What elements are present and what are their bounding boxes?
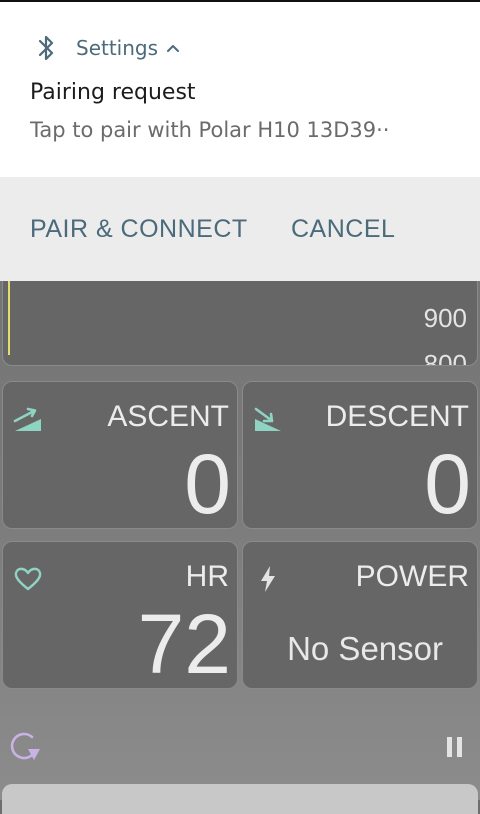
cancel-button[interactable]: CANCEL (291, 215, 395, 244)
bottom-controls (0, 716, 480, 776)
lightning-icon (261, 566, 275, 592)
chevron-up-icon[interactable] (166, 41, 180, 55)
power-tile[interactable]: POWER No Sensor (242, 541, 478, 689)
graph-axis-value: 900 (423, 303, 467, 333)
pair-connect-button[interactable]: PAIR & CONNECT (30, 215, 248, 244)
power-value: No Sensor (287, 630, 443, 667)
graph-line (8, 271, 10, 355)
notification-title: Pairing request (30, 80, 196, 105)
power-label: POWER (355, 560, 469, 593)
descent-value: 0 (424, 437, 471, 529)
hr-label: HR (185, 560, 229, 593)
ascent-icon (13, 407, 41, 431)
descent-tile[interactable]: DESCENT 0 (242, 381, 478, 529)
notification-text: Tap to pair with Polar H10 13D39·· (30, 118, 390, 142)
bottom-sheet-handle[interactable] (2, 784, 478, 814)
descent-label: DESCENT (325, 400, 469, 433)
notification-actions: PAIR & CONNECT CANCEL (0, 177, 480, 281)
descent-icon (254, 407, 281, 431)
hr-tile[interactable]: HR 72 (2, 541, 238, 689)
graph-axis-value-partial: 800 (423, 349, 467, 366)
hr-value: 72 (137, 597, 231, 689)
ascent-tile[interactable]: ASCENT 0 (2, 381, 238, 529)
notification-body[interactable]: Settings Pairing request Tap to pair wit… (0, 0, 480, 177)
ascent-label: ASCENT (107, 400, 229, 433)
refresh-icon[interactable] (6, 728, 42, 764)
ascent-value: 0 (184, 437, 231, 529)
pause-icon[interactable] (446, 736, 464, 758)
pairing-notification[interactable]: Settings Pairing request Tap to pair wit… (0, 0, 480, 281)
bluetooth-icon (38, 35, 54, 61)
notification-app-name: Settings (76, 36, 159, 60)
heart-icon (14, 567, 42, 591)
notification-header: Settings (34, 30, 180, 66)
